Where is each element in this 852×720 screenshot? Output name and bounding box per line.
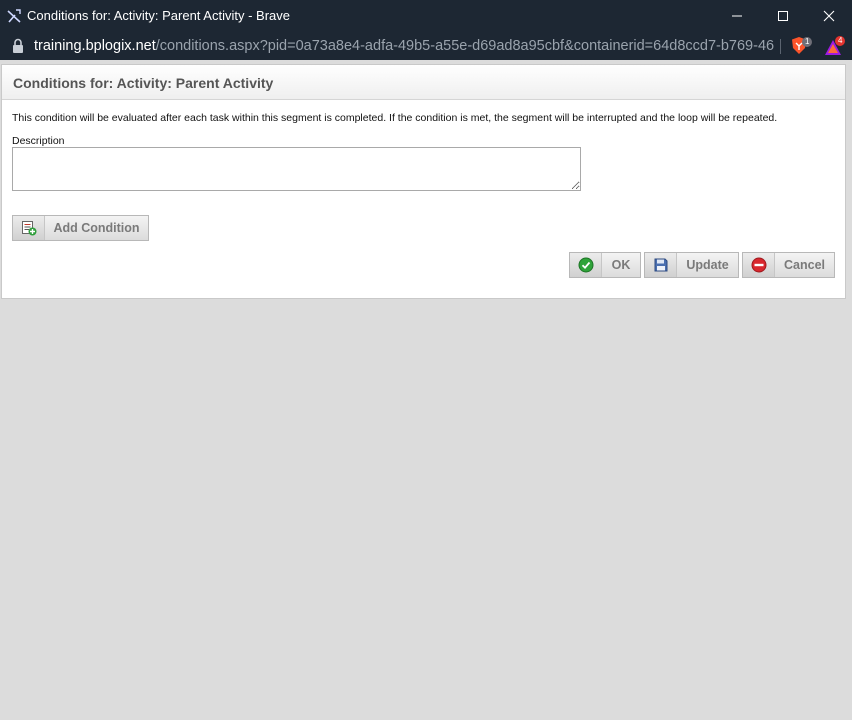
- save-icon: [645, 253, 677, 277]
- minimize-icon: [732, 15, 742, 17]
- dialog-header: Conditions for: Activity: Parent Activit…: [2, 65, 845, 100]
- close-button[interactable]: [806, 0, 852, 32]
- maximize-button[interactable]: [760, 0, 806, 32]
- shield-count-badge: 1: [802, 37, 813, 47]
- add-condition-button[interactable]: Add Condition: [12, 215, 149, 241]
- app-logo-icon: [7, 9, 21, 23]
- ok-label: OK: [611, 258, 631, 272]
- maximize-icon: [778, 11, 788, 21]
- brave-shield-button[interactable]: 1: [789, 36, 813, 58]
- cancel-icon: [743, 253, 775, 277]
- description-field[interactable]: [12, 147, 581, 191]
- rewards-count-badge: 4: [835, 36, 846, 46]
- url-text[interactable]: training.bplogix.net/conditions.aspx?pid…: [34, 37, 774, 55]
- add-condition-label: Add Condition: [53, 221, 140, 235]
- minimize-button[interactable]: [714, 0, 760, 32]
- lock-icon: [13, 38, 23, 53]
- ok-button[interactable]: OK: [569, 252, 641, 278]
- brave-rewards-button[interactable]: 4: [823, 36, 847, 58]
- conditions-dialog: Conditions for: Activity: Parent Activit…: [1, 64, 846, 299]
- address-divider: [780, 39, 781, 54]
- close-icon: [823, 10, 835, 22]
- add-condition-icon: [13, 216, 45, 240]
- condition-info-text: This condition will be evaluated after e…: [12, 112, 778, 124]
- check-icon: [570, 253, 602, 277]
- update-label: Update: [686, 258, 729, 272]
- window-title: Conditions for: Activity: Parent Activit…: [27, 8, 290, 23]
- address-bar[interactable]: training.bplogix.net/conditions.aspx?pid…: [0, 32, 852, 60]
- description-label: Description: [12, 135, 65, 147]
- url-path: /conditions.aspx?pid=0a73a8e4-adfa-49b5-…: [155, 38, 774, 54]
- cancel-button[interactable]: Cancel: [742, 252, 835, 278]
- cancel-label: Cancel: [784, 258, 825, 272]
- url-host: training.bplogix.net: [34, 38, 156, 54]
- window-titlebar: Conditions for: Activity: Parent Activit…: [0, 0, 852, 32]
- dialog-title: Conditions for: Activity: Parent Activit…: [13, 75, 274, 91]
- update-button[interactable]: Update: [644, 252, 739, 278]
